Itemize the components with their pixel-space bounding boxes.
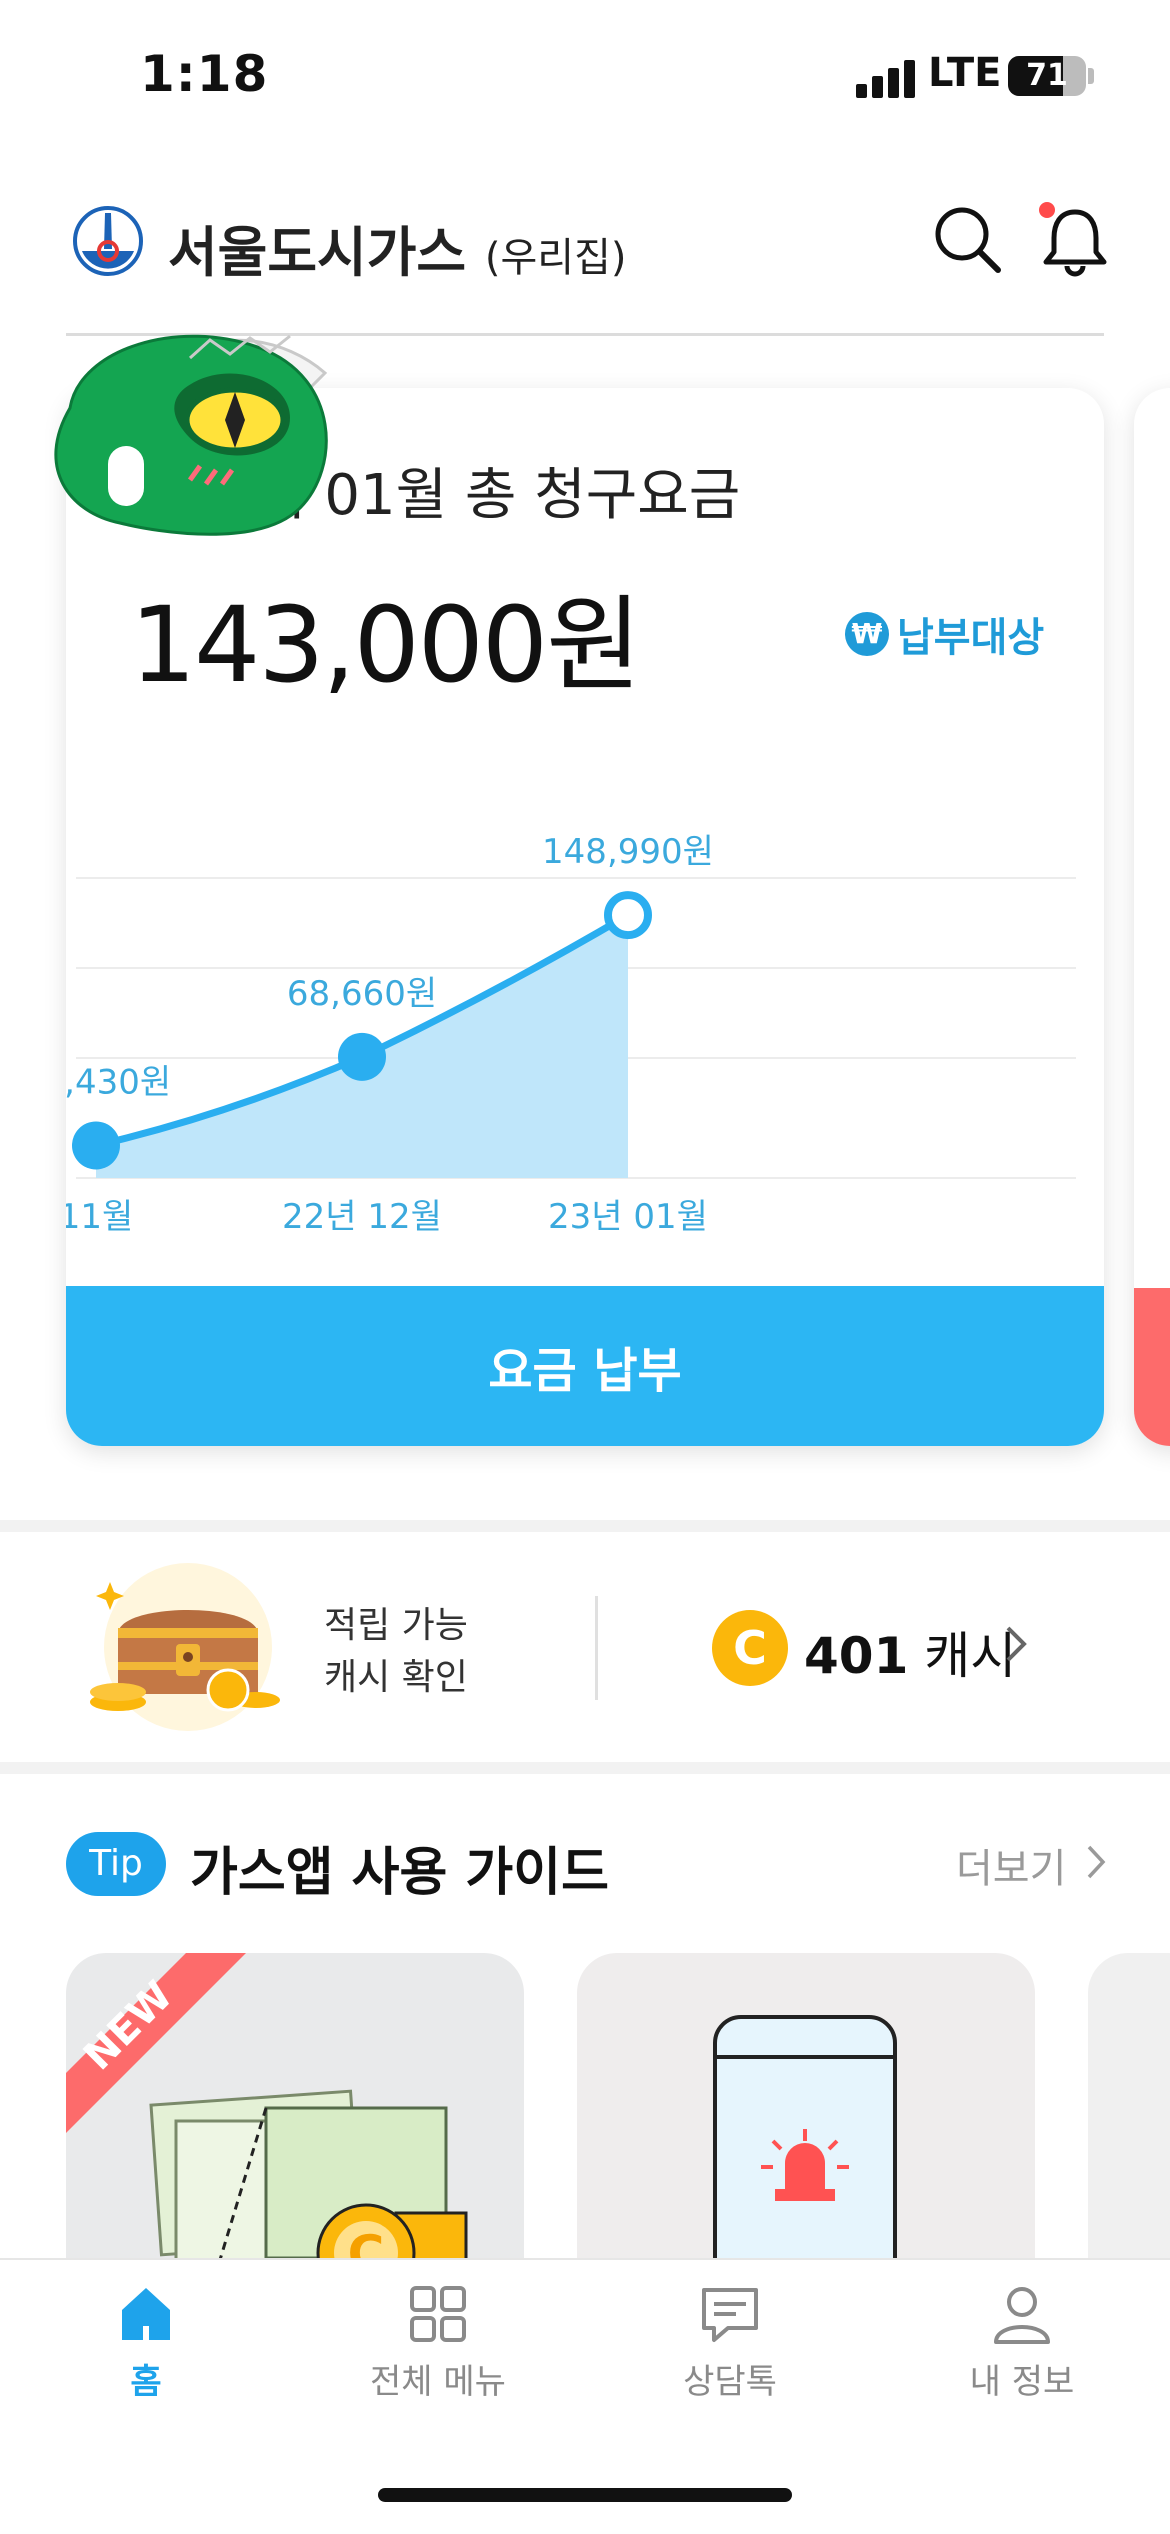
account-name: (우리집) bbox=[484, 235, 627, 281]
chevron-right-icon[interactable] bbox=[1086, 1842, 1106, 1882]
chart-data-label: 148,990원 bbox=[542, 832, 714, 872]
chart-point bbox=[72, 1121, 120, 1170]
chevron-right-icon[interactable] bbox=[1004, 1622, 1028, 1666]
pay-bill-button[interactable]: 요금 납부 bbox=[66, 1286, 1104, 1446]
bill-trend-chart: 18,430원 11월 68,660원 22년 12월 148,990원 23년 01월 bbox=[66, 832, 1076, 1237]
tab-label: 홈 bbox=[130, 2362, 162, 2402]
tab-label: 내 정보 bbox=[969, 2362, 1075, 2402]
signal-icon bbox=[856, 60, 916, 98]
chart-x-tick-label: 11월 bbox=[66, 1197, 133, 1237]
chart-data-label: 68,660원 bbox=[287, 974, 437, 1014]
payment-status-badge: ₩ 납부대상 bbox=[845, 605, 1044, 663]
tab-all-menu[interactable]: 전체 메뉴 bbox=[328, 2282, 548, 2403]
bell-icon[interactable] bbox=[1036, 200, 1114, 278]
tab-label: 상담톡 bbox=[683, 2362, 777, 2402]
cash-amount[interactable]: 401 캐시 bbox=[804, 1616, 1016, 1688]
app-name: 서울도시가스 bbox=[168, 221, 467, 284]
home-icon bbox=[122, 2288, 170, 2340]
battery-level: 71 bbox=[1026, 58, 1068, 93]
status-time: 1:18 bbox=[140, 45, 269, 103]
grid-icon bbox=[410, 2286, 466, 2342]
chart-x-tick-label: 23년 01월 bbox=[548, 1197, 708, 1237]
search-icon[interactable] bbox=[930, 202, 1004, 276]
tab-home[interactable]: 홈 bbox=[36, 2282, 256, 2403]
section-divider bbox=[0, 1762, 1170, 1774]
next-card-peek[interactable] bbox=[1134, 388, 1170, 1446]
cash-amount-value: 401 bbox=[804, 1627, 909, 1685]
app-title[interactable]: 서울도시가스 (우리집) bbox=[168, 208, 627, 287]
cash-check-label[interactable]: 적립 가능 캐시 확인 bbox=[324, 1600, 468, 1704]
person-icon bbox=[994, 2287, 1050, 2344]
tab-my-info[interactable]: 내 정보 bbox=[912, 2282, 1132, 2403]
logo-icon bbox=[72, 205, 144, 277]
battery-icon: 71 bbox=[1008, 56, 1086, 96]
chat-icon bbox=[702, 2288, 758, 2342]
guide-section-title: 가스앱 사용 가이드 bbox=[190, 1843, 609, 1903]
cash-label-line2: 캐시 확인 bbox=[324, 1657, 468, 1698]
guide-card-cash[interactable]: C NEW bbox=[66, 1953, 524, 2283]
more-link[interactable]: 더보기 bbox=[956, 1836, 1066, 1894]
chart-data-label: 18,430원 bbox=[66, 1062, 171, 1102]
bill-amount: 143,000원 bbox=[130, 584, 642, 706]
guide-card-alarm[interactable] bbox=[577, 1953, 1035, 2283]
cash-label-line1: 적립 가능 bbox=[324, 1605, 468, 1646]
payment-status-label: 납부대상 bbox=[897, 615, 1045, 661]
won-icon: ₩ bbox=[845, 612, 889, 656]
chart-point bbox=[338, 1032, 386, 1081]
network-type: LTE bbox=[928, 50, 1002, 96]
cash-coin-icon: C bbox=[712, 1610, 788, 1686]
tab-chat[interactable]: 상담톡 bbox=[620, 2282, 840, 2403]
section-divider bbox=[0, 1520, 1170, 1532]
treasure-chest-icon bbox=[88, 1562, 288, 1732]
home-indicator bbox=[378, 2488, 792, 2502]
cash-unit: 캐시 bbox=[924, 1627, 1017, 1685]
cash-divider bbox=[595, 1596, 598, 1700]
mascot-character bbox=[40, 318, 340, 548]
guide-card-peek[interactable] bbox=[1088, 1953, 1170, 2283]
tab-label: 전체 메뉴 bbox=[370, 2362, 506, 2402]
chart-point bbox=[604, 891, 652, 940]
chart-x-tick-label: 22년 12월 bbox=[282, 1197, 442, 1237]
tip-badge: Tip bbox=[66, 1832, 166, 1896]
battery-nub bbox=[1088, 68, 1094, 84]
